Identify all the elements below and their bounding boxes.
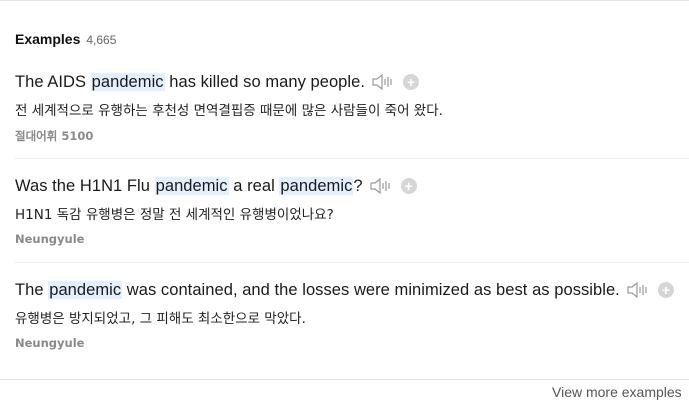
sentence-text: has killed so many people. bbox=[164, 72, 365, 91]
example-source: 절대어휘 5100 bbox=[15, 129, 94, 143]
highlighted-keyword: pandemic bbox=[48, 280, 123, 299]
examples-count: 4,665 bbox=[86, 33, 117, 47]
speaker-icon[interactable] bbox=[626, 280, 652, 300]
example-source: Neungyule bbox=[15, 232, 85, 246]
sentence-text: Was the H1N1 Flu bbox=[15, 176, 155, 195]
example-translation: 전 세계적으로 유행하는 후천성 면역결핍증 때문에 많은 사람들이 죽어 왔다… bbox=[15, 103, 443, 119]
add-to-wordbook-button[interactable]: + bbox=[400, 178, 417, 194]
example-item: The pandemic was contained, and the loss… bbox=[15, 280, 689, 350]
highlighted-keyword: pandemic bbox=[279, 176, 354, 195]
examples-title: Examples bbox=[15, 31, 81, 47]
example-source: Neungyule bbox=[15, 336, 85, 350]
add-to-wordbook-button[interactable]: + bbox=[657, 282, 674, 298]
sentence-text: was contained, and the losses were minim… bbox=[122, 280, 620, 299]
sentence-text: The bbox=[15, 280, 49, 299]
example-translation: 유행병은 방지되었고, 그 피해도 최소한으로 막았다. bbox=[15, 311, 306, 327]
add-to-wordbook-button[interactable]: + bbox=[403, 74, 419, 90]
speaker-icon[interactable] bbox=[371, 72, 397, 92]
example-sentence-row: The AIDS pandemic has killed so many peo… bbox=[15, 72, 689, 92]
sentence-text: ? bbox=[353, 176, 363, 195]
example-sentence: The AIDS pandemic has killed so many peo… bbox=[15, 72, 365, 92]
top-divider bbox=[0, 0, 689, 1]
view-more-examples-link[interactable]: View more examples bbox=[552, 384, 682, 400]
example-sentence-row: Was the H1N1 Flu pandemic a real pandemi… bbox=[15, 176, 689, 196]
sentence-text: a real bbox=[228, 176, 280, 195]
highlighted-keyword: pandemic bbox=[154, 176, 229, 195]
sentence-text: The AIDS bbox=[15, 72, 91, 91]
examples-header: Examples 4,665 bbox=[15, 31, 116, 47]
example-sentence: The pandemic was contained, and the loss… bbox=[15, 280, 620, 300]
footer-divider bbox=[0, 379, 689, 380]
example-item: Was the H1N1 Flu pandemic a real pandemi… bbox=[15, 176, 689, 246]
example-sentence-row: The pandemic was contained, and the loss… bbox=[15, 280, 689, 300]
example-divider bbox=[15, 158, 689, 159]
highlighted-keyword: pandemic bbox=[90, 72, 165, 91]
speaker-icon[interactable] bbox=[369, 176, 395, 196]
example-item: The AIDS pandemic has killed so many peo… bbox=[15, 72, 689, 144]
example-translation: H1N1 독감 유행병은 정말 전 세계적인 유행병이었나요? bbox=[15, 207, 334, 223]
example-divider bbox=[15, 262, 689, 263]
example-sentence: Was the H1N1 Flu pandemic a real pandemi… bbox=[15, 176, 363, 196]
